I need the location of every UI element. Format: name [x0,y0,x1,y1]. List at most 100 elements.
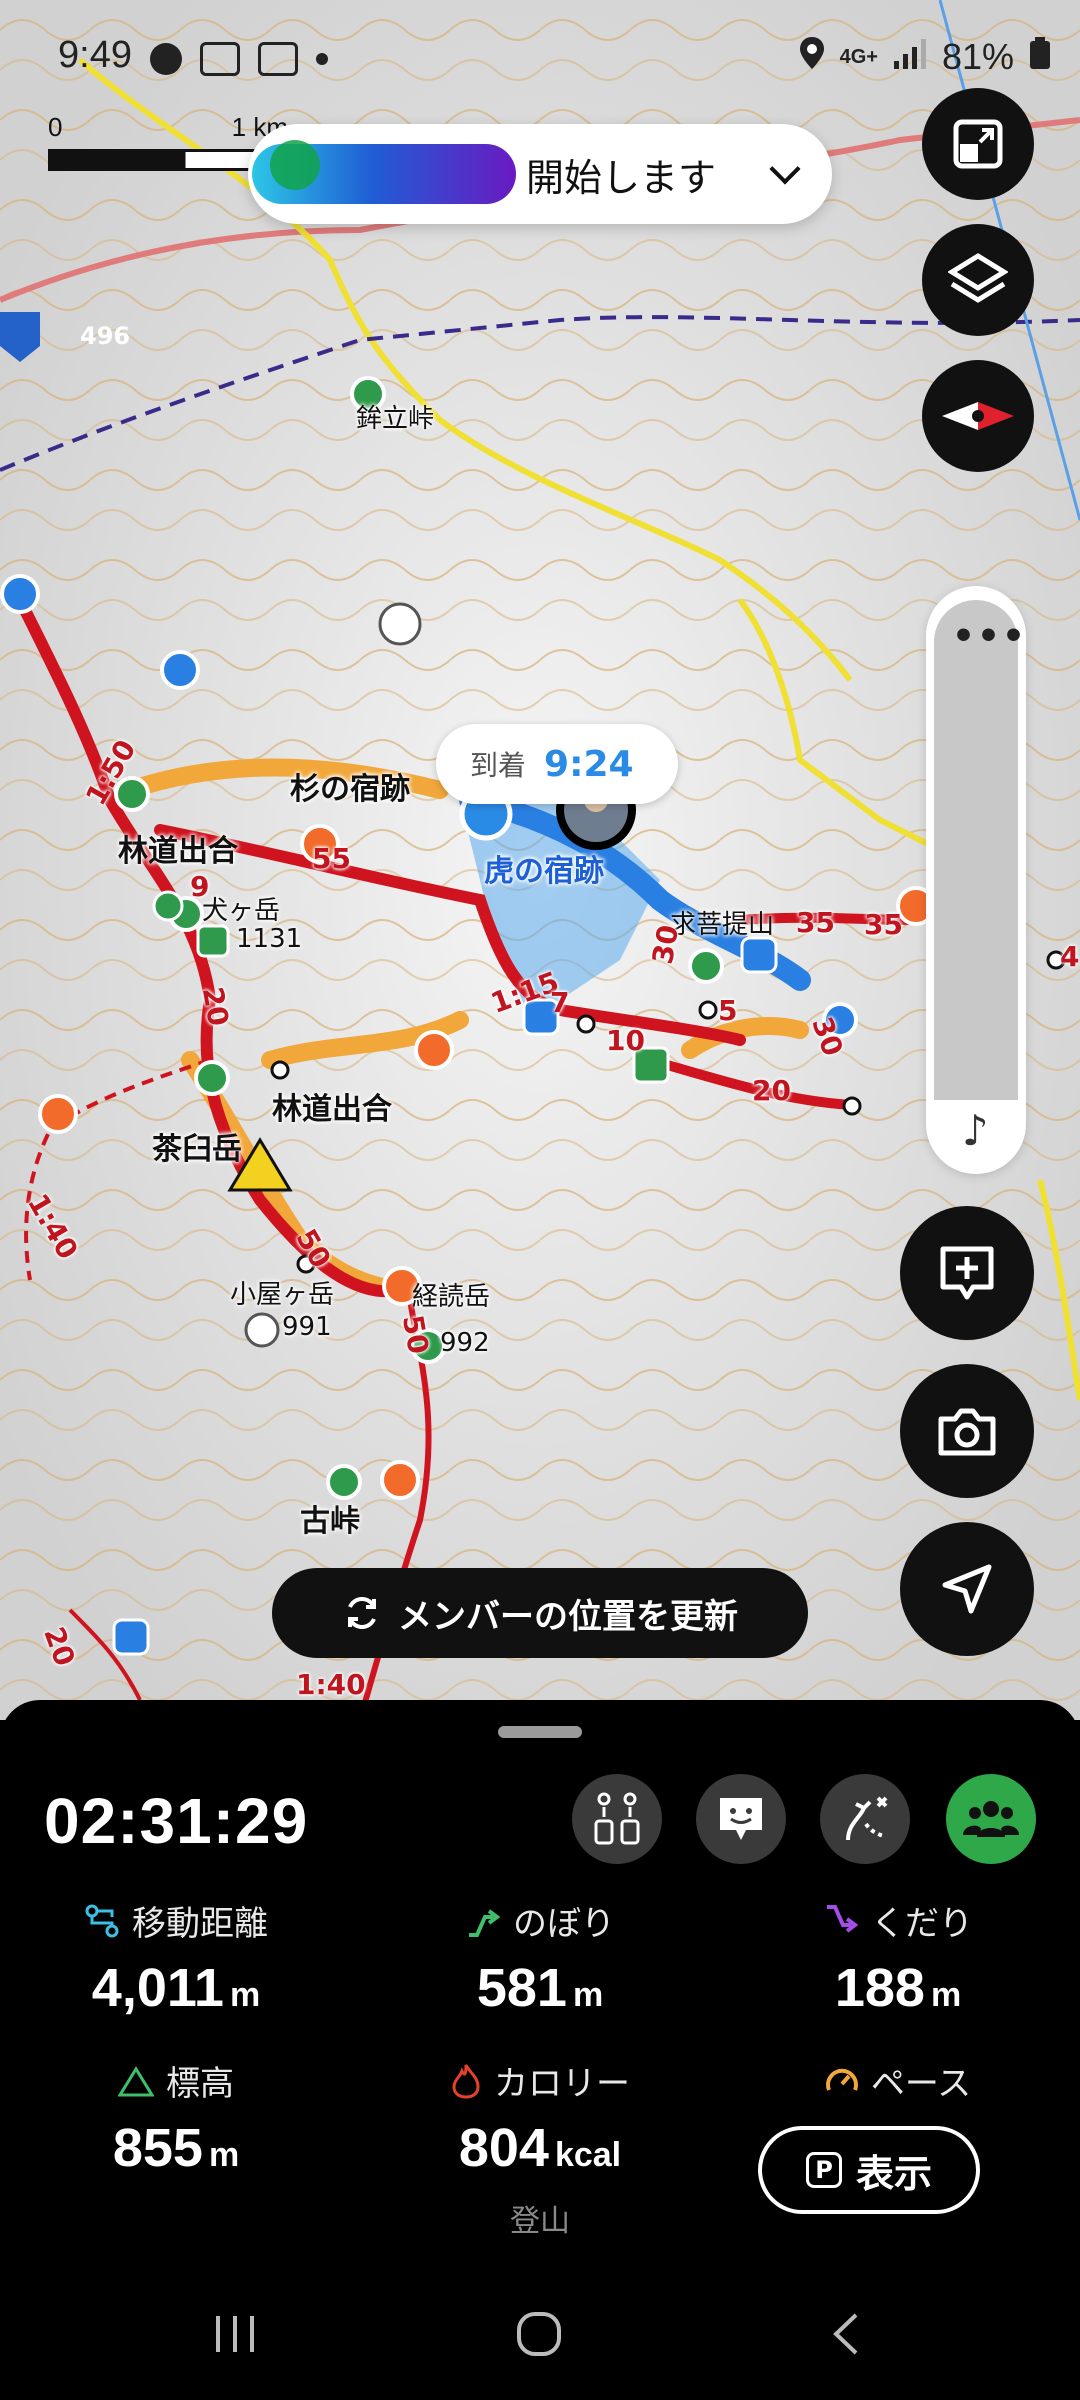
route-split-icon [846,1796,888,1841]
stat-elevation-label: 標高 [166,2064,234,2104]
stat-distance: 移動距離 4,011 m [16,1896,336,2019]
stat-distance-label: 移動距離 [132,1904,268,1944]
trail-time: 50 [395,1312,436,1357]
stat-distance-value: 4,011 [91,1958,224,2018]
stat-descent: くだり 188 m [738,1896,1058,2019]
label-bodai: 求菩提山 [670,910,775,940]
chevron-down-icon[interactable] [769,153,801,185]
arrival-estimate[interactable]: 到着 9:24 [436,724,678,804]
news-icon [258,42,298,76]
start-banner[interactable]: 開始します [248,124,832,224]
layers-icon [948,253,1008,303]
sheet-handle[interactable] [498,1726,582,1738]
compass-icon [942,402,1014,430]
road-number: 496 [80,322,131,350]
signal-icon [893,36,926,78]
label-koya-elev: 991 [282,1312,332,1342]
trail-time: 35 [796,906,835,939]
label-yomi-elev: 992 [440,1328,490,1358]
descent-icon [827,1904,859,1933]
label-koya: 小屋ヶ岳 [230,1280,335,1310]
report-button[interactable] [696,1774,786,1864]
elapsed-timer: 02:31:29 [44,1785,309,1857]
stat-elevation-value: 855 [112,2118,203,2178]
distance-icon [85,1904,119,1937]
status-time: 9:49 [58,34,132,76]
update-member-location-button[interactable]: メンバーの位置を更新 [272,1568,808,1658]
stat-ascent-label: のぼり [513,1904,615,1944]
group-members-button[interactable] [946,1774,1036,1864]
checkpoints-button[interactable] [572,1774,662,1864]
label-tora: 虎の宿跡 [484,854,604,889]
trail-time: 4 [1060,940,1080,973]
trail-time: 30 [645,922,686,967]
map-tilt-slider[interactable]: ••• ♪ [926,586,1026,1174]
flame-icon [452,2063,480,2099]
back-icon [833,2313,858,2355]
trail-time: 5 [718,994,738,1027]
home-button[interactable] [494,2304,584,2364]
back-button[interactable] [800,2304,890,2364]
more-icon[interactable]: ••• [952,616,1027,657]
more-notifications-icon [316,53,328,65]
arrival-time: 9:24 [544,743,634,785]
network-type: 4G+ [839,45,878,68]
progress-gradient [252,140,516,204]
calendar-icon [200,42,240,76]
stat-pace-label: ペース [870,2064,972,2104]
label-rindo-2: 林道出合 [272,1092,392,1127]
report-face-icon [720,1798,762,1840]
update-member-location-label: メンバーの位置を更新 [398,1596,738,1637]
trail-time: 55 [312,842,351,875]
navigation-arrow-icon [942,1564,992,1614]
route-split-button[interactable] [820,1774,910,1864]
camera-icon [938,1408,996,1456]
camera-button[interactable] [900,1364,1034,1498]
fullscreen-icon [953,119,1003,169]
label-yomi: 経読岳 [412,1282,491,1312]
location-icon [799,36,824,78]
home-icon [517,2312,561,2356]
add-memo-button[interactable] [900,1206,1034,1340]
trail-time: 9 [190,870,210,903]
stat-descent-value: 188 [834,1958,925,2018]
stat-ascent-unit: m [572,1976,604,2014]
layers-button[interactable] [922,224,1034,336]
group-icon [963,1801,1019,1837]
stat-calories-unit: kcal [554,2136,622,2174]
status-bar: 9:49 4G+ 81% [0,0,1080,120]
stat-calories-label: カロリー [494,2064,630,2104]
battery-icon [1030,36,1050,78]
music-note-icon[interactable]: ♪ [962,1106,989,1155]
label-chausu: 茶臼岳 [152,1132,242,1167]
label-kotoge: 古峠 [300,1504,360,1539]
activity-sheet: 02:31:29 移動距離 4,011 m のぼり 581 m くだり 188 … [0,1700,1080,2260]
label-rindo-1: 林道出合 [118,834,238,869]
stat-descent-label: くだり [871,1904,973,1944]
stat-pace: ペース [738,2056,1058,2105]
elevation-icon [118,2065,154,2096]
system-icons: 4G+ 81% [799,36,1050,78]
label-sugi: 杉の宿跡 [290,772,410,807]
add-comment-icon [940,1246,994,1300]
system-navigation-bar [0,2260,1080,2400]
recent-apps-button[interactable] [190,2304,280,2364]
label-inugatake: 犬ヶ岳 [202,896,281,926]
trail-time: 35 [864,908,903,941]
recent-apps-icon [216,2316,254,2352]
stat-ascent: のぼり 581 m [380,1896,700,2019]
fullscreen-button[interactable] [922,88,1034,200]
battery-percent: 81% [941,36,1014,77]
activity-type: 登山 [510,2204,570,2239]
arrival-label: 到着 [470,749,527,782]
trail-time: 1:40 [296,1668,366,1701]
scale-zero: 0 [48,112,63,142]
notification-icons [150,42,328,76]
current-location-button[interactable] [900,1522,1034,1656]
checkpoints-icon [594,1792,640,1845]
slider-track[interactable] [934,600,1018,1100]
compass-button[interactable] [922,360,1034,472]
show-pace-label: 表示 [855,2151,932,2196]
stat-distance-unit: m [229,1976,261,2014]
pace-p-icon: P [805,2152,842,2188]
